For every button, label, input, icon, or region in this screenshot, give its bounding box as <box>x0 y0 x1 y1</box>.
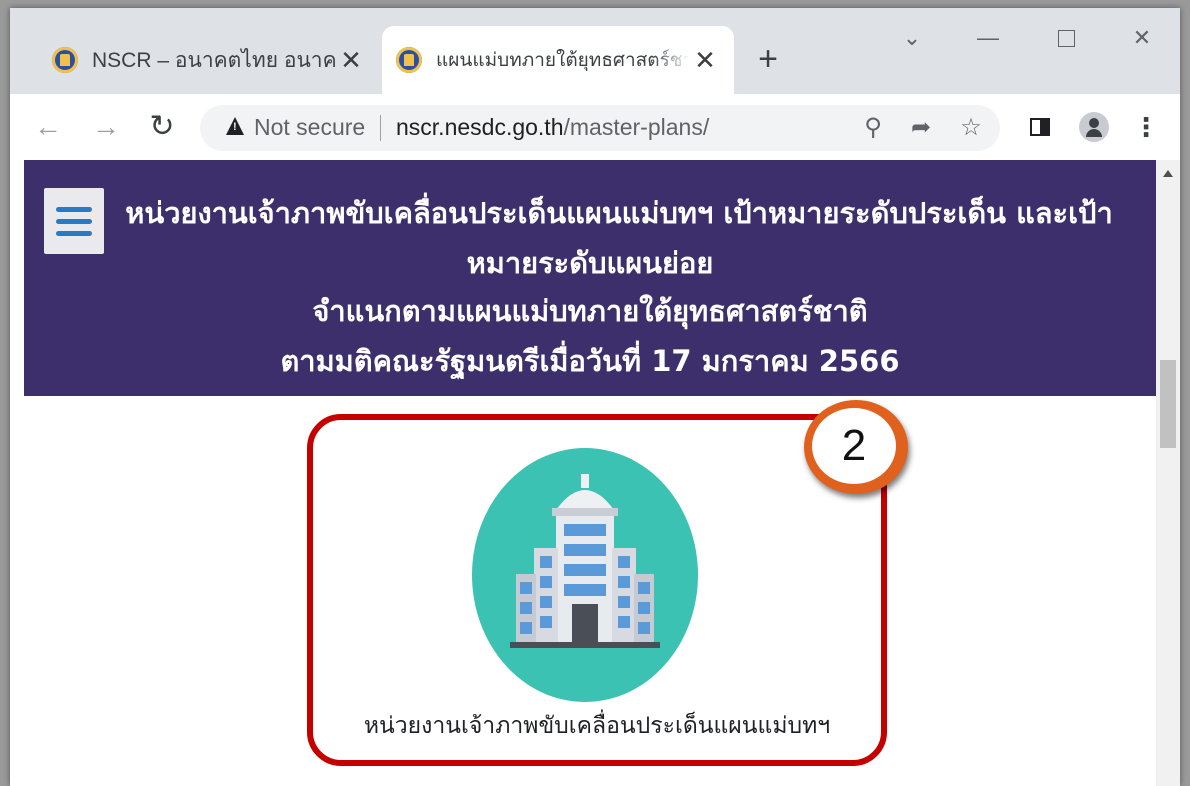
vertical-scrollbar[interactable] <box>1156 160 1180 786</box>
page-header-banner: หน่วยงานเจ้าภาพขับเคลื่อนประเด็นแผนแม่บท… <box>24 160 1156 396</box>
close-icon[interactable]: ✕ <box>336 45 366 75</box>
close-icon[interactable]: ✕ <box>690 45 720 75</box>
nscr-logo-icon <box>52 47 78 73</box>
tab-strip: NSCR – อนาคตไทย อนาคตเรา ✕ แผนแม่บทภายใต… <box>10 8 1180 94</box>
kebab-menu-icon[interactable]: ⋮ <box>1126 107 1166 147</box>
warning-icon[interactable] <box>226 117 244 135</box>
zoom-icon[interactable]: ⚲ <box>858 113 888 143</box>
profile-avatar-icon[interactable] <box>1074 107 1114 147</box>
side-panel-icon[interactable] <box>1020 107 1060 147</box>
page-viewport: หน่วยงานเจ้าภาพขับเคลื่อนประเด็นแผนแม่บท… <box>10 160 1156 786</box>
security-label[interactable]: Not secure <box>254 114 365 141</box>
window-close-icon[interactable]: ✕ <box>1122 20 1162 56</box>
banner-title-line-2: หมายระดับแผนย่อย <box>466 246 714 280</box>
chevron-down-icon[interactable]: ⌄ <box>892 20 932 56</box>
address-bar[interactable]: Not secure nscr.nesdc.go.th/master-plans… <box>200 105 1000 151</box>
nscr-logo-icon <box>396 47 422 73</box>
hamburger-menu-icon[interactable] <box>44 188 104 254</box>
building-illustration <box>510 474 660 648</box>
new-tab-button[interactable]: + <box>750 42 786 78</box>
url-text[interactable]: nscr.nesdc.go.th/master-plans/ <box>396 114 709 141</box>
government-building-icon[interactable] <box>472 448 698 702</box>
tab-title: NSCR – อนาคตไทย อนาคตเรา <box>92 48 336 72</box>
step-badge: 2 <box>804 400 908 494</box>
scrollbar-thumb[interactable] <box>1160 360 1176 448</box>
banner-title-line-4: ตามมติคณะรัฐมนตรีเมื่อวันที่ 17 มกราคม 2… <box>280 344 900 378</box>
browser-toolbar: ← → ↻ Not secure nscr.nesdc.go.th/master… <box>10 94 1180 161</box>
reload-icon[interactable]: ↻ <box>142 107 182 147</box>
tab-master-plans[interactable]: แผนแม่บทภายใต้ยุทธศาสตร์ชาติ ✕ <box>382 26 734 94</box>
banner-title-line-3: จำแนกตามแผนแม่บทภายใต้ยุทธศาสตร์ชาติ <box>312 294 868 328</box>
url-host: nscr.nesdc.go.th <box>396 114 564 140</box>
forward-arrow-icon[interactable]: → <box>86 107 126 147</box>
maximize-icon[interactable] <box>1046 20 1086 56</box>
card-label[interactable]: หน่วยงานเจ้าภาพขับเคลื่อนประเด็นแผนแม่บท… <box>307 708 887 744</box>
scroll-up-arrow-icon[interactable] <box>1163 170 1173 177</box>
back-arrow-icon[interactable]: ← <box>28 107 68 147</box>
share-icon[interactable]: ➦ <box>906 113 936 143</box>
minimize-icon[interactable]: — <box>968 20 1008 56</box>
step-number: 2 <box>812 408 896 484</box>
tab-nscr-home[interactable]: NSCR – อนาคตไทย อนาคตเรา ✕ <box>38 26 380 94</box>
tab-title: แผนแม่บทภายใต้ยุทธศาสตร์ชาติ <box>436 50 690 71</box>
browser-window: NSCR – อนาคตไทย อนาคตเรา ✕ แผนแม่บทภายใต… <box>10 8 1180 786</box>
url-path: /master-plans/ <box>563 114 710 140</box>
bookmark-star-icon[interactable]: ☆ <box>956 113 986 143</box>
divider <box>380 115 381 141</box>
banner-title-line-1: หน่วยงานเจ้าภาพขับเคลื่อนประเด็นแผนแม่บท… <box>125 196 1113 230</box>
